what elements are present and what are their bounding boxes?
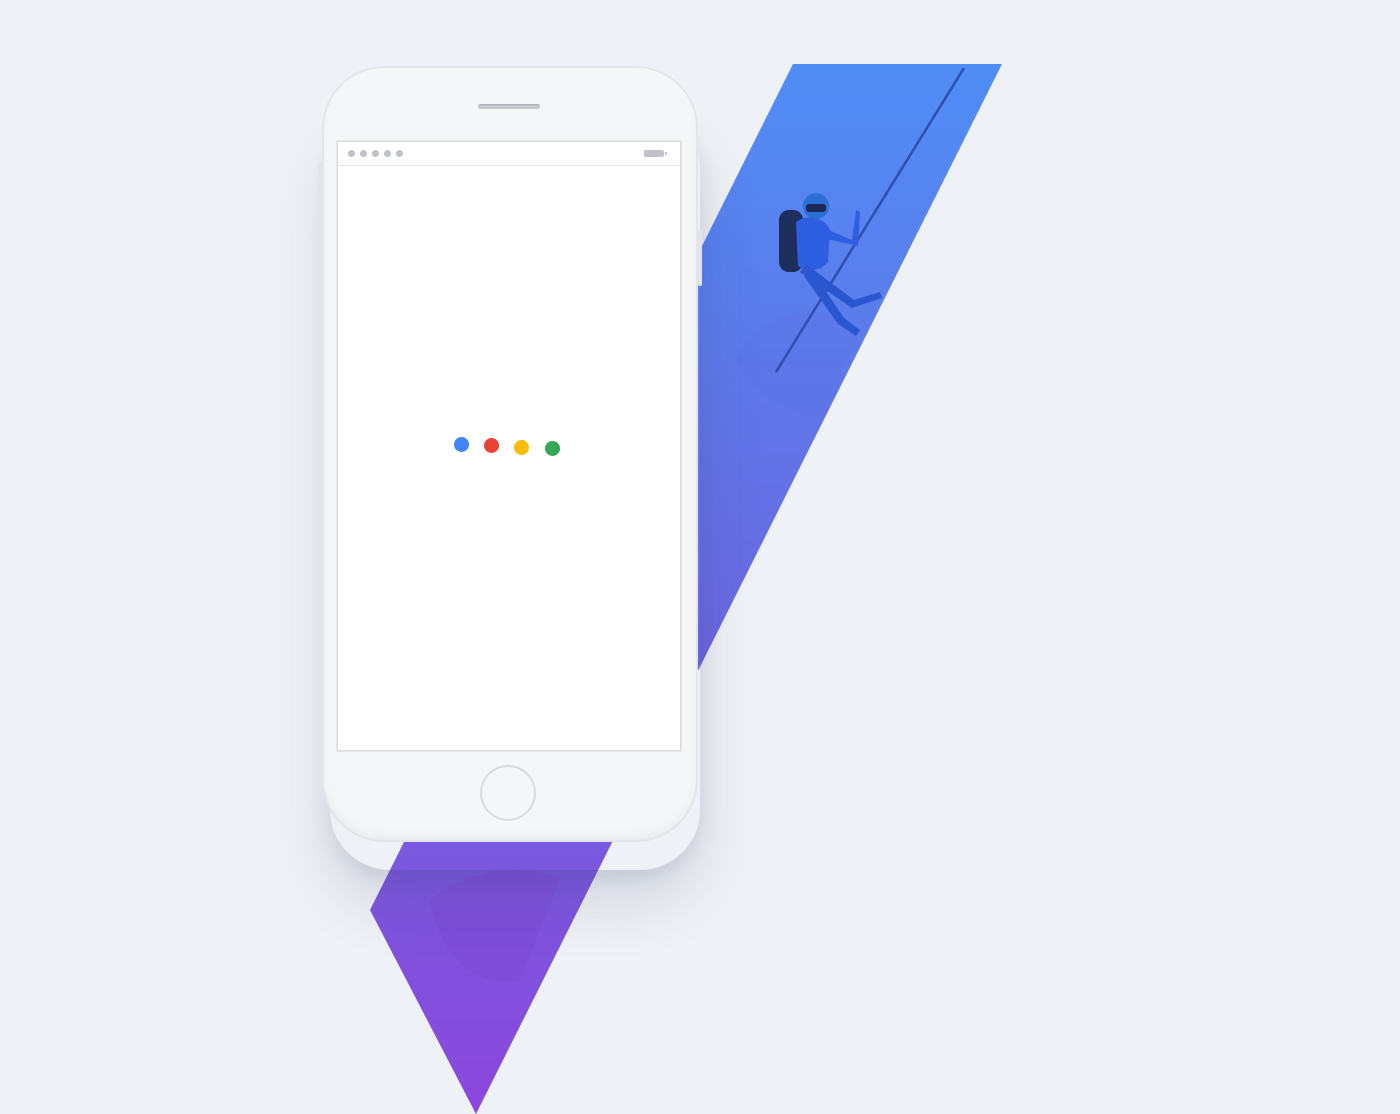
loading-dot-blue-icon <box>454 437 469 452</box>
loading-dot-red-icon <box>484 438 499 453</box>
climber-torso-icon <box>796 217 830 271</box>
loading-dot-green-icon <box>545 441 560 456</box>
volume-up-button <box>318 232 322 288</box>
climber-goggles-icon <box>806 204 826 212</box>
volume-down-button <box>318 302 322 358</box>
mute-switch <box>318 162 322 190</box>
home-button[interactable] <box>480 765 536 821</box>
phone-screen <box>338 142 680 750</box>
power-button <box>698 230 702 286</box>
loading-dot-yellow-icon <box>514 440 529 455</box>
earpiece-speaker <box>478 104 540 109</box>
loading-indicator <box>338 142 680 750</box>
showcase-stage <box>0 0 1400 1114</box>
ribbon-illustration <box>0 0 1400 1114</box>
